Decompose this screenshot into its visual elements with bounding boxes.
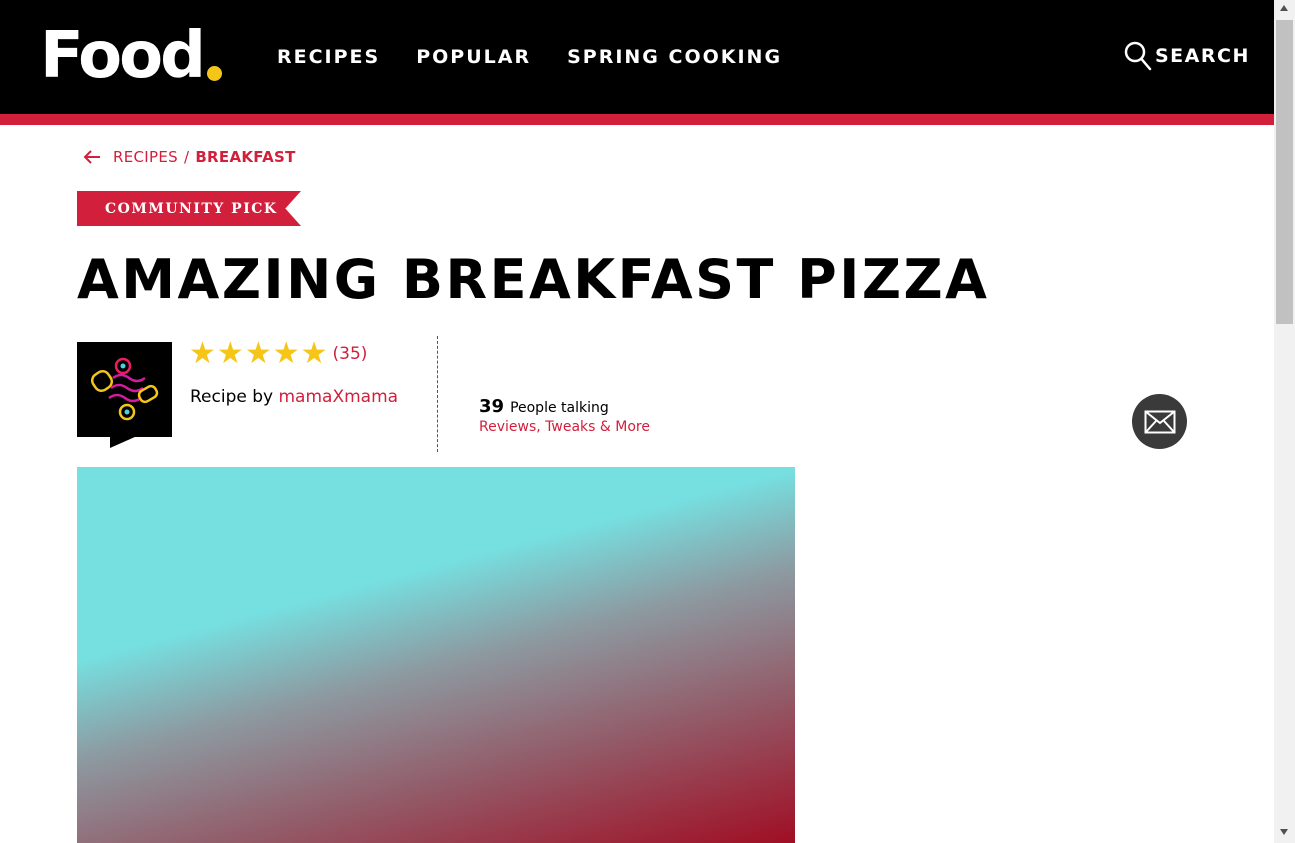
star-icon: ★ (216, 337, 244, 370)
scrollbar[interactable] (1274, 0, 1295, 843)
discussion-label: People talking (510, 400, 609, 416)
byline-prefix: Recipe by (190, 387, 274, 407)
star-icon: ★ (272, 337, 300, 370)
search-label: SEARCH (1155, 45, 1250, 67)
scroll-up-arrow-icon[interactable] (1280, 5, 1288, 11)
logo-text: Food (40, 19, 206, 93)
star-icon: ★ (244, 337, 272, 370)
star-icon: ★ (300, 337, 328, 370)
avatar-art (90, 357, 159, 421)
discussion-summary: 39 People talking Reviews, Tweaks & More (479, 396, 650, 435)
breadcrumb-separator: / (183, 148, 190, 166)
arrow-left-icon[interactable] (83, 150, 101, 164)
discussion-count: 39 (479, 396, 505, 417)
search-button[interactable]: SEARCH (1124, 41, 1250, 71)
logo-dot (206, 66, 222, 81)
header-accent-stripe (0, 114, 1274, 125)
breadcrumb-breakfast[interactable]: BREAKFAST (195, 148, 295, 166)
search-icon (1124, 41, 1152, 71)
envelope-icon (1144, 410, 1175, 433)
breadcrumb: RECIPES / BREAKFAST (83, 148, 296, 166)
avatar-speech-tail (110, 436, 137, 448)
scroll-down-arrow-icon[interactable] (1280, 829, 1288, 835)
breadcrumb-recipes[interactable]: RECIPES (113, 148, 178, 166)
rating-stars[interactable]: ★ ★ ★ ★ ★ (35) (189, 339, 367, 369)
food-logo[interactable]: Food (40, 18, 222, 88)
badge-label: COMMUNITY PICK (105, 200, 278, 217)
site-header: Food RECIPES POPULAR SPRING COOKING SEAR… (0, 0, 1274, 114)
nav-spring-cooking[interactable]: SPRING COOKING (567, 46, 782, 68)
nav-popular[interactable]: POPULAR (416, 46, 531, 68)
scroll-thumb[interactable] (1276, 20, 1293, 324)
author-avatar[interactable] (77, 342, 172, 437)
section-divider (437, 336, 438, 452)
community-pick-badge: COMMUNITY PICK (77, 191, 301, 226)
email-share-button[interactable] (1132, 394, 1187, 449)
recipe-hero-image (77, 467, 795, 843)
rating-count[interactable]: (35) (333, 344, 368, 364)
main-nav: RECIPES POPULAR SPRING COOKING (277, 46, 818, 68)
reviews-link[interactable]: Reviews, Tweaks & More (479, 419, 650, 435)
star-icon: ★ (189, 337, 216, 370)
recipe-byline: Recipe by mamaXmama (190, 387, 398, 407)
author-link[interactable]: mamaXmama (279, 387, 399, 407)
nav-recipes[interactable]: RECIPES (277, 46, 380, 68)
recipe-title: AMAZING BREAKFAST PIZZA (77, 248, 990, 311)
